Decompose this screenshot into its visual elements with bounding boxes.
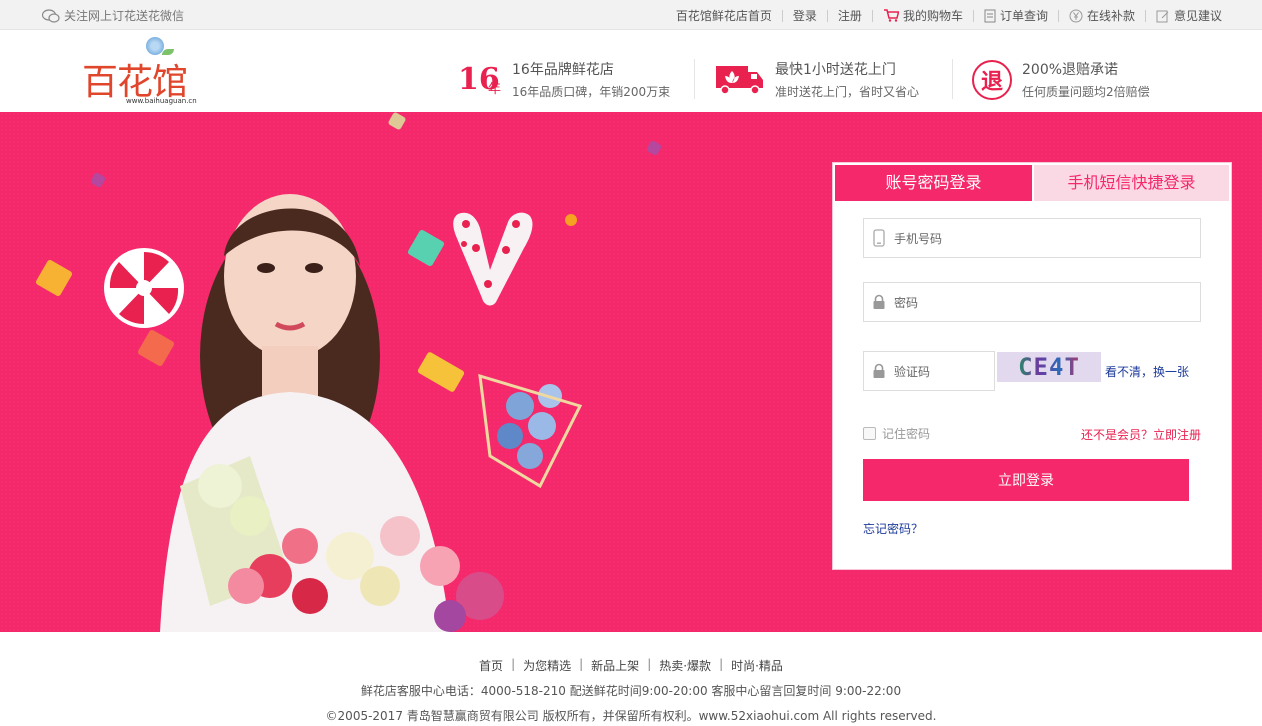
document-icon <box>984 9 996 22</box>
forgot-password-link[interactable]: 忘记密码？ <box>863 520 923 537</box>
decor-cube <box>387 112 407 131</box>
promo-refund-guarantee: 退 200%退赔承诺 任何质量问题均2倍赔偿 <box>972 59 1150 100</box>
cart-link[interactable]: 我的购物车 <box>873 7 973 24</box>
register-link[interactable]: 注册 <box>828 7 872 24</box>
footer-service-info: 鲜花店客服中心电话：4000-518-210 配送鲜花时间9:00-20:00 … <box>360 684 902 698</box>
decor-cube <box>34 258 74 298</box>
captcha-placeholder: 验证码 <box>894 364 931 379</box>
promo-subtitle: 准时送花上门，省时又省心 <box>775 85 920 99</box>
footer-separator: | <box>579 657 584 671</box>
decor-cube <box>89 171 107 189</box>
footer-link-home[interactable]: 首页 <box>479 657 503 674</box>
store-home-label: 百花馆鲜花店首页 <box>675 9 772 23</box>
captcha-text: CE4T <box>1018 353 1080 381</box>
promo-title: 最快1小时送花上门 <box>775 62 896 78</box>
promo-divider <box>694 59 695 99</box>
login-label: 登录 <box>792 9 817 23</box>
lock-icon <box>873 294 885 309</box>
online-payment-link[interactable]: 在线补款 <box>1059 7 1145 24</box>
footer-links: 首页 | 为您精选 | 新品上架 | 热卖·爆款 | 时尚·精品 <box>0 657 1262 674</box>
remember-label: 记住密码 <box>882 427 931 441</box>
online-payment-label: 在线补款 <box>1086 9 1135 23</box>
login-link[interactable]: 登录 <box>783 7 827 24</box>
site-logo[interactable]: 百花馆 www.baihuaguan.cn <box>80 35 215 111</box>
model-with-bouquet-image <box>160 194 583 632</box>
footer-separator: | <box>647 657 652 671</box>
footer-link-new[interactable]: 新品上架 <box>591 657 639 674</box>
decor-cube <box>645 139 663 157</box>
captcha-refresh-link[interactable]: 看不清，换一张 <box>1105 363 1189 380</box>
lock-icon <box>873 363 885 378</box>
promo-title: 200%退赔承诺 <box>1022 62 1119 78</box>
mobile-phone-icon <box>873 229 885 247</box>
edit-note-icon <box>1156 10 1169 22</box>
wechat-follow-link[interactable]: 关注网上订花送花微信 <box>42 7 184 24</box>
captcha-field[interactable]: 验证码 <box>863 351 995 391</box>
footer-link-featured[interactable]: 为您精选 <box>523 657 571 674</box>
promo-brand-years: 16 年 16年品牌鲜花店 16年品质口碑，年销200万束 <box>458 59 670 100</box>
promo-title: 16年品牌鲜花店 <box>512 62 614 78</box>
promo-fast-delivery: 最快1小时送花上门 准时送花上门，省时又省心 <box>715 59 919 100</box>
cart-icon <box>883 9 899 22</box>
login-submit-button[interactable]: 立即登录 <box>863 459 1189 501</box>
remember-password[interactable]: 记住密码 <box>863 425 930 442</box>
site-footer: 首页 | 为您精选 | 新品上架 | 热卖·爆款 | 时尚·精品 鲜花店客服中心… <box>0 632 1262 726</box>
site-header: 百花馆 www.baihuaguan.cn 16 年 16年品牌鲜花店 16年品质… <box>0 31 1262 112</box>
tab-password-login[interactable]: 账号密码登录 <box>835 165 1032 201</box>
promo-subtitle: 16年品质口碑，年销200万束 <box>512 85 671 99</box>
feedback-link[interactable]: 意见建议 <box>1146 7 1232 24</box>
footer-separator: | <box>719 657 724 671</box>
footer-link-hot[interactable]: 热卖·爆款 <box>659 657 711 674</box>
wechat-follow-label: 关注网上订花送花微信 <box>64 9 185 23</box>
footer-link-fashion[interactable]: 时尚·精品 <box>731 657 783 674</box>
login-panel: 账号密码登录 手机短信快捷登录 手机号码 密码 验证码 CE4T 看不清，换一张… <box>832 162 1232 570</box>
logo-url: www.baihuaguan.cn <box>126 97 197 105</box>
order-query-label: 订单查询 <box>999 9 1048 23</box>
footer-separator: | <box>511 657 516 671</box>
remember-checkbox[interactable] <box>863 427 876 440</box>
top-nav: 百花馆鲜花店首页 登录 注册 我的购物车 订单查询 在线补款 意见建议 <box>666 7 1232 24</box>
badge-suffix: 年 <box>488 82 502 97</box>
order-query-link[interactable]: 订单查询 <box>974 7 1058 24</box>
cart-label: 我的购物车 <box>902 9 963 23</box>
refund-icon: 退 <box>972 59 1012 100</box>
wechat-icon <box>42 8 60 23</box>
tab-sms-login[interactable]: 手机短信快捷登录 <box>1034 165 1229 201</box>
password-placeholder: 密码 <box>894 295 919 310</box>
store-home-link[interactable]: 百花馆鲜花店首页 <box>666 7 782 24</box>
delivery-truck-icon <box>716 65 763 95</box>
promo-divider <box>952 59 953 99</box>
captcha-image[interactable]: CE4T <box>997 352 1101 382</box>
phone-placeholder: 手机号码 <box>894 231 943 246</box>
top-bar: 关注网上订花送花微信 百花馆鲜花店首页 登录 注册 我的购物车 订单查询 在线补… <box>0 0 1262 30</box>
phone-field[interactable]: 手机号码 <box>863 218 1201 258</box>
password-field[interactable]: 密码 <box>863 282 1201 322</box>
register-now-link[interactable]: 还不是会员？立即注册 <box>1081 426 1201 443</box>
sixteen-years-badge: 16 年 <box>458 62 506 97</box>
promo-subtitle: 任何质量问题均2倍赔偿 <box>1022 85 1150 99</box>
login-tabs: 账号密码登录 手机短信快捷登录 <box>835 165 1229 201</box>
footer-copyright: ©2005-2017 青岛智慧赢商贸有限公司 版权所有，并保留所有权利。www.… <box>325 709 937 723</box>
register-label: 注册 <box>837 9 862 23</box>
yen-coin-icon <box>1069 9 1083 22</box>
feedback-label: 意见建议 <box>1173 9 1222 23</box>
